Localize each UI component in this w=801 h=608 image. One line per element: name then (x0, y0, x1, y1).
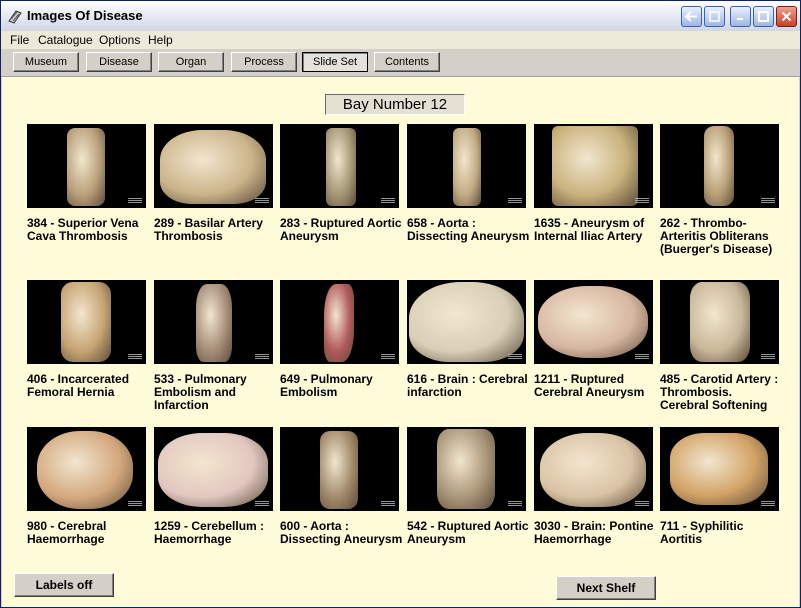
maximize-icon[interactable] (753, 6, 774, 27)
slide-caption[interactable]: 711 - Syphilitic Aortitis (660, 520, 784, 546)
specimen-image (37, 431, 133, 509)
nav-contents-button[interactable]: Contents (374, 52, 440, 72)
slide-thumbnail[interactable] (154, 124, 273, 208)
specimen-image (67, 128, 105, 206)
specimen-image (670, 433, 768, 505)
specimen-image (160, 130, 266, 204)
slide-caption[interactable]: 542 - Ruptured Aortic Aneurysm (407, 520, 531, 546)
slide-caption[interactable]: 384 - Superior Vena Cava Thrombosis (27, 217, 151, 243)
slide-caption[interactable]: 649 - Pulmonary Embolism (280, 373, 404, 399)
specimen-image (453, 128, 481, 206)
copyright-watermark (761, 198, 775, 204)
slide-thumbnail[interactable] (660, 427, 779, 511)
slide-thumbnail[interactable] (407, 280, 526, 364)
slide-thumbnail[interactable] (280, 124, 399, 208)
copyright-watermark (508, 501, 522, 507)
menu-file[interactable]: File (10, 33, 29, 47)
slide-caption[interactable]: 1211 - Ruptured Cerebral Aneurysm (534, 373, 658, 399)
title-bar: Images Of Disease (1, 1, 800, 32)
slide-thumbnail[interactable] (27, 280, 146, 364)
nav-organ-button[interactable]: Organ (158, 52, 224, 72)
specimen-image (320, 431, 358, 509)
slide-caption[interactable]: 406 - Incarcerated Femoral Hernia (27, 373, 151, 399)
menu-options[interactable]: Options (99, 33, 140, 47)
nav-process-button[interactable]: Process (231, 52, 297, 72)
minimize-icon[interactable] (730, 6, 751, 27)
slide-caption[interactable]: 262 - Thrombo-Arteritis Obliterans (Buer… (660, 217, 784, 256)
specimen-image (540, 433, 646, 507)
copyright-watermark (635, 501, 649, 507)
slide-caption[interactable]: 658 - Aorta : Dissecting Aneurysm (407, 217, 531, 243)
copyright-watermark (381, 354, 395, 360)
slide-caption[interactable]: 283 - Ruptured Aortic Aneurysm (280, 217, 404, 243)
slide-caption[interactable]: 485 - Carotid Artery : Thrombosis. Cereb… (660, 373, 784, 412)
slide-caption[interactable]: 616 - Brain : Cerebral infarction (407, 373, 531, 399)
copyright-watermark (381, 501, 395, 507)
specimen-image (61, 282, 111, 362)
slide-thumbnail[interactable] (534, 280, 653, 364)
slide-caption[interactable]: 1635 - Aneurysm of Internal Iliac Artery (534, 217, 658, 243)
slide-caption[interactable]: 289 - Basilar Artery Thrombosis (154, 217, 278, 243)
slide-thumbnail[interactable] (534, 427, 653, 511)
menu-help[interactable]: Help (148, 33, 173, 47)
menu-bar: File Catalogue Options Help (1, 31, 800, 49)
copyright-watermark (761, 354, 775, 360)
slide-thumbnail[interactable] (280, 427, 399, 511)
restore-alt-icon[interactable] (704, 6, 725, 27)
slide-thumbnail[interactable] (27, 124, 146, 208)
slide-caption[interactable]: 600 - Aorta : Dissecting Aneurysm (280, 520, 404, 546)
labels-off-button[interactable]: Labels off (14, 573, 114, 597)
slide-thumbnail[interactable] (660, 124, 779, 208)
copyright-watermark (381, 198, 395, 204)
slide-thumbnail[interactable] (154, 280, 273, 364)
slide-thumbnail[interactable] (407, 124, 526, 208)
copyright-watermark (255, 501, 269, 507)
menu-catalogue[interactable]: Catalogue (38, 33, 93, 47)
specimen-image (704, 126, 734, 206)
window-title: Images Of Disease (27, 8, 143, 23)
app-window: Images Of Disease File Catalogue Options… (0, 0, 801, 608)
copyright-watermark (255, 354, 269, 360)
copyright-watermark (128, 354, 142, 360)
close-icon[interactable] (776, 6, 797, 27)
copyright-watermark (508, 354, 522, 360)
slide-thumbnail[interactable] (660, 280, 779, 364)
nav-toolbar: Museum Disease Organ Process Slide Set C… (1, 49, 800, 77)
copyright-watermark (128, 501, 142, 507)
slide-thumbnail[interactable] (534, 124, 653, 208)
slide-grid-area: Bay Number 12 384 - Superior Vena Cava T… (2, 77, 799, 607)
nav-disease-button[interactable]: Disease (86, 52, 152, 72)
next-shelf-button[interactable]: Next Shelf (556, 576, 656, 600)
slide-caption[interactable]: 533 - Pulmonary Embolism and Infarction (154, 373, 278, 412)
specimen-image (158, 433, 268, 507)
specimen-image (437, 429, 495, 509)
specimen-image (690, 282, 750, 362)
nav-museum-button[interactable]: Museum (13, 52, 79, 72)
copyright-watermark (635, 198, 649, 204)
slide-thumbnail[interactable] (280, 280, 399, 364)
slide-thumbnail[interactable] (154, 427, 273, 511)
specimen-image (196, 284, 232, 362)
specimen-image (409, 282, 524, 362)
slide-thumbnail[interactable] (407, 427, 526, 511)
copyright-watermark (128, 198, 142, 204)
copyright-watermark (508, 198, 522, 204)
slide-caption[interactable]: 3030 - Brain: Pontine Haemorrhage (534, 520, 658, 546)
specimen-image (324, 284, 354, 362)
bay-label: Bay Number 12 (325, 94, 465, 115)
copyright-watermark (761, 501, 775, 507)
back-icon[interactable] (681, 6, 702, 27)
specimen-image (552, 126, 638, 206)
slide-thumbnail[interactable] (27, 427, 146, 511)
nav-slide-set-button[interactable]: Slide Set (302, 52, 368, 72)
copyright-watermark (635, 354, 649, 360)
app-icon (8, 10, 22, 24)
specimen-image (326, 128, 356, 206)
copyright-watermark (255, 198, 269, 204)
specimen-image (538, 286, 648, 358)
slide-caption[interactable]: 980 - Cerebral Haemorrhage (27, 520, 151, 546)
slide-caption[interactable]: 1259 - Cerebellum : Haemorrhage (154, 520, 278, 546)
